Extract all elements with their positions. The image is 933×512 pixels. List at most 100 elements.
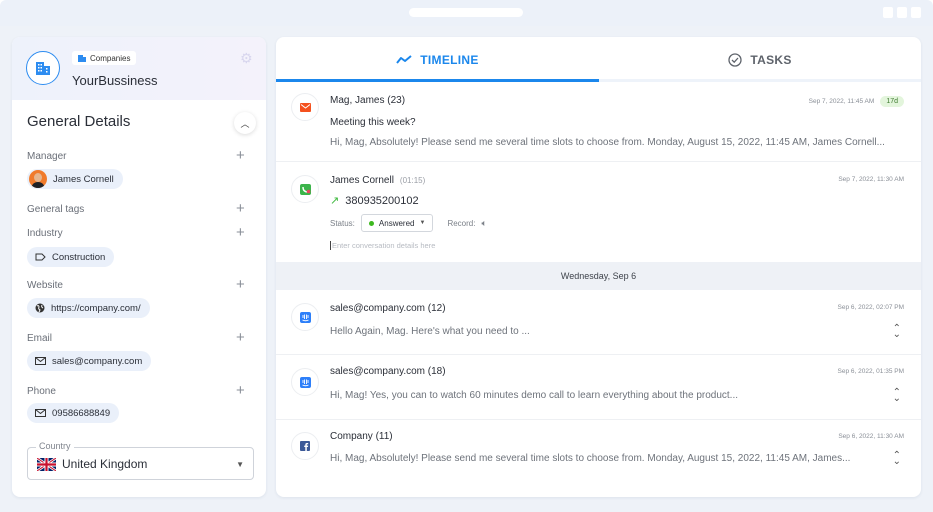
status-dropdown[interactable]: Answered ▼ [360, 214, 434, 232]
building-icon [36, 61, 50, 75]
timeline-item[interactable]: Mag, James (23) Sep 7, 2022, 11:45 AM 17… [276, 82, 921, 162]
phone-label: Phone [27, 386, 56, 397]
timeline-item[interactable]: James Cornell (01:15) Sep 7, 2022, 11:30 … [276, 162, 921, 262]
intercom-icon [299, 376, 311, 388]
outgoing-arrow-icon: ↗ [330, 195, 340, 207]
expand-icon[interactable]: ⌃ ⌄ [893, 324, 901, 340]
country-value: United Kingdom [62, 457, 148, 471]
industry-label: Industry [27, 228, 63, 239]
record-label: Record: [447, 218, 476, 228]
add-tag-button[interactable]: + [236, 201, 245, 216]
globe-icon [35, 303, 45, 313]
item-title: Company (11) [330, 431, 393, 442]
speaker-icon[interactable]: 🔈︎ [481, 218, 486, 229]
window-close-button[interactable] [911, 7, 921, 18]
phone-icon [299, 183, 311, 195]
country-label: Country [36, 441, 74, 451]
mail-icon [35, 357, 46, 365]
conversation-details-input[interactable]: Enter conversation details here [330, 241, 435, 250]
add-industry-button[interactable]: + [236, 225, 245, 240]
phone-number: 380935200102 [345, 194, 419, 207]
tag-icon [35, 253, 46, 261]
add-phone-button[interactable]: + [236, 383, 245, 398]
channel-icon [291, 368, 319, 396]
call-status-row: Status: Answered ▼ Record: 🔈︎ [330, 214, 487, 232]
entity-type-chip[interactable]: Companies [72, 51, 137, 65]
manager-name: James Cornell [53, 173, 114, 185]
item-title: sales@company.com (18) [330, 366, 446, 377]
tab-label: TIMELINE [420, 52, 479, 67]
website-label: Website [27, 280, 63, 291]
uk-flag-icon [37, 458, 56, 471]
facebook-icon [300, 441, 310, 451]
status-dot-icon [368, 220, 374, 226]
manager-label: Manager [27, 151, 67, 162]
item-body: Hello Again, Mag. Here's what you need t… [330, 326, 530, 337]
item-date: Sep 6, 2022, 01:35 PM [837, 368, 905, 375]
caller-name: James Cornell [330, 175, 394, 186]
country-select[interactable]: Country United Kingdom ▼ [27, 441, 254, 480]
mail-icon [35, 409, 46, 417]
item-date: Sep 7, 2022, 11:30 AM [838, 176, 904, 183]
address-bar[interactable] [409, 8, 523, 17]
window-maximize-button[interactable] [897, 7, 907, 18]
expand-icon[interactable]: ⌃ ⌄ [893, 388, 901, 404]
email-label: Email [27, 333, 53, 344]
building-icon [78, 54, 86, 62]
section-title: General Details [27, 113, 131, 130]
item-title: sales@company.com (12) [330, 303, 446, 314]
add-manager-button[interactable]: + [236, 148, 245, 163]
item-subject: Meeting this week? [330, 117, 416, 128]
add-email-button[interactable]: + [236, 330, 245, 345]
tab-bar: TIMELINE TASKS [276, 37, 921, 82]
day-separator: Wednesday, Sep 6 [276, 262, 921, 290]
item-title: James Cornell (01:15) [330, 175, 425, 186]
company-header: Companies YourBussiness ⚙ [12, 37, 266, 100]
caret-down-icon: ▼ [419, 220, 426, 226]
email-value: sales@company.com [52, 355, 143, 367]
company-details-panel: Companies YourBussiness ⚙ General Detail… [12, 37, 266, 497]
window-minimize-button[interactable] [883, 7, 893, 18]
date-text: Sep 7, 2022, 11:45 AM [808, 98, 875, 105]
call-number: ↗ 380935200102 [330, 194, 419, 208]
check-circle-icon [728, 52, 743, 67]
timeline-item[interactable]: sales@company.com (18) Sep 6, 2022, 01:3… [276, 355, 921, 420]
collapse-button[interactable]: ︿ [234, 112, 256, 134]
website-chip[interactable]: https://company.com/ [27, 298, 150, 318]
trend-icon [396, 55, 412, 64]
age-badge: 17d [880, 96, 904, 107]
tab-tasks[interactable]: TASKS [599, 37, 921, 82]
timeline-item[interactable]: sales@company.com (12) Sep 6, 2022, 02:0… [276, 290, 921, 355]
avatar [29, 170, 47, 188]
browser-chrome [0, 0, 933, 26]
entity-type-label: Companies [90, 53, 131, 63]
manager-chip[interactable]: James Cornell [27, 169, 123, 189]
item-date: Sep 6, 2022, 11:30 AM [838, 433, 904, 440]
caret-down-icon: ▼ [236, 460, 244, 469]
item-date: Sep 6, 2022, 02:07 PM [837, 304, 905, 311]
status-value: Answered [378, 218, 415, 228]
company-name: YourBussiness [72, 73, 158, 88]
gear-icon[interactable]: ⚙ [240, 51, 254, 65]
email-chip[interactable]: sales@company.com [27, 351, 152, 371]
item-body: Hi, Mag, Absolutely! Please send me seve… [330, 453, 851, 464]
channel-icon [291, 93, 319, 121]
tab-label: TASKS [750, 52, 792, 67]
website-value: https://company.com/ [51, 302, 141, 314]
email-icon [299, 102, 311, 112]
tab-timeline[interactable]: TIMELINE [276, 37, 599, 82]
intercom-icon [299, 311, 311, 323]
channel-icon [291, 175, 319, 203]
call-duration: (01:15) [399, 176, 426, 185]
chevron-up-icon: ︿ [240, 118, 250, 129]
industry-value: Construction [52, 251, 106, 263]
item-date: Sep 7, 2022, 11:45 AM 17d [809, 96, 904, 107]
item-body: Hi, Mag! Yes, you can to watch 60 minute… [330, 390, 739, 401]
industry-chip[interactable]: Construction [27, 247, 115, 267]
expand-icon[interactable]: ⌃ ⌄ [893, 451, 901, 467]
timeline-item[interactable]: Company (11) Sep 6, 2022, 11:30 AM Hi, M… [276, 420, 921, 497]
general-tags-label: General tags [27, 204, 85, 215]
channel-icon [291, 432, 319, 460]
add-website-button[interactable]: + [236, 277, 245, 292]
phone-chip[interactable]: 09586688849 [27, 403, 120, 423]
